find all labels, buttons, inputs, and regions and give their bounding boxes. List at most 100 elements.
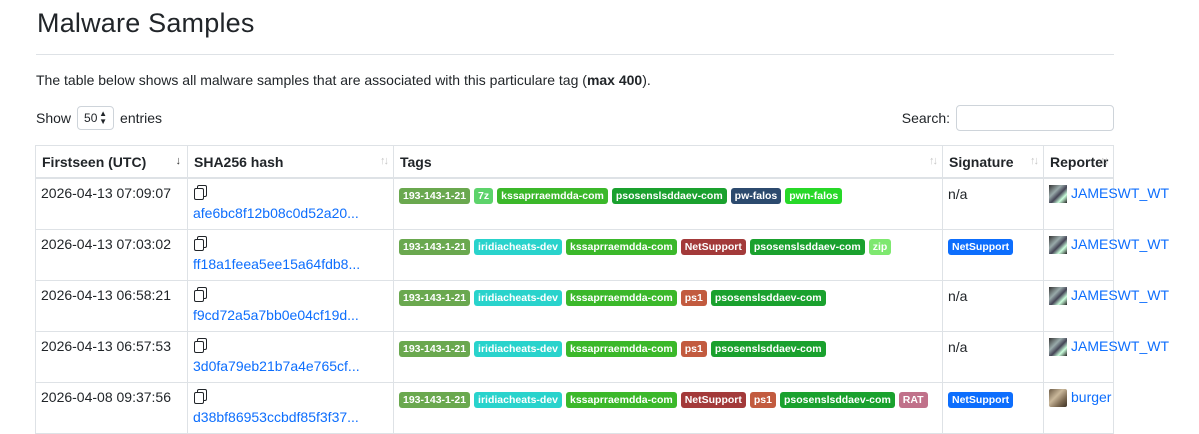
column-label: Signature: [949, 153, 1014, 170]
tag-badge[interactable]: 193-143-1-21: [399, 391, 471, 408]
tag-list: 193-143-1-21 iridiacheats-dev kssaprraemdd…: [399, 389, 937, 408]
firstseen-cell: 2026-04-13 07:09:07: [35, 177, 188, 230]
sort-icon: ↑↓: [929, 155, 938, 167]
hash-link[interactable]: f9cd72a5a7bb0e04cf19d...: [193, 307, 388, 323]
tag-badge[interactable]: 193-143-1-21: [399, 238, 471, 255]
reporter-link[interactable]: JAMESWT_WT: [1071, 338, 1169, 354]
tag-badge[interactable]: 193-143-1-21: [399, 289, 471, 306]
hash-link[interactable]: 3d0fa79eb21b7a4e765cf...: [193, 358, 388, 374]
column-label: Firstseen (UTC): [42, 153, 147, 170]
tag-badge[interactable]: ps1: [680, 340, 707, 357]
copy-hash-button[interactable]: [193, 388, 388, 405]
table-body: 2026-04-13 07:09:07 afe6bc8f12b08c0d52a20…: [35, 177, 1169, 434]
tags-cell: 193-143-1-21 iridiacheats-dev kssaprraemdd…: [393, 330, 943, 383]
signature-badge[interactable]: NetSupport: [948, 238, 1014, 255]
reporter: JAMESWT_WT: [1049, 337, 1169, 356]
firstseen-cell: 2026-04-08 09:37:56: [35, 381, 188, 434]
tag-badge[interactable]: RAT: [898, 391, 928, 408]
table-header-row: Firstseen (UTC) ↓ SHA256 hash ↑↓ Tags ↑↓ Si…: [35, 145, 1114, 179]
tag-badge[interactable]: 7z: [474, 188, 494, 204]
tag-badge[interactable]: psosenslsddaev-com: [611, 188, 727, 204]
hash-link[interactable]: d38bf86953ccbdf85f3f37...: [193, 409, 388, 425]
page-description: The table below shows all malware sample…: [36, 72, 651, 88]
signature-text: n/a: [948, 338, 968, 355]
tag-list: 193-143-1-21 iridiacheats-dev kssaprraemdd…: [399, 287, 937, 306]
sort-desc-icon: ↓: [175, 155, 182, 167]
hash-link[interactable]: afe6bc8f12b08c0d52a20...: [193, 205, 388, 221]
jameswt-avatar: [1049, 235, 1067, 254]
reporter-link[interactable]: burger: [1071, 389, 1111, 405]
tag-badge[interactable]: pwn-falos: [785, 188, 843, 204]
hash-cell: afe6bc8f12b08c0d52a20...: [187, 177, 394, 230]
jameswt-avatar: [1049, 337, 1067, 356]
tag-badge[interactable]: kssaprraemdda-com: [566, 391, 677, 408]
entries-select-value: 50: [84, 111, 98, 125]
tag-badge[interactable]: psosenslsddaev-com: [749, 238, 865, 255]
reporter: JAMESWT_WT: [1049, 286, 1169, 305]
copy-hash-button[interactable]: [193, 185, 388, 201]
tag-badge[interactable]: iridiacheats-dev: [474, 340, 562, 357]
copy-icon: [194, 185, 207, 200]
title-divider: [36, 54, 1114, 55]
signature-badge[interactable]: NetSupport: [948, 391, 1014, 408]
column-header-firstseen[interactable]: Firstseen (UTC) ↓: [35, 145, 188, 179]
search-label: Search:: [901, 110, 950, 126]
hash-link[interactable]: ff18a1feea5ee15a64fdb8...: [193, 256, 388, 272]
entries-label: entries: [120, 110, 163, 126]
tag-badge[interactable]: zip: [868, 238, 892, 255]
column-header-tags[interactable]: Tags ↑↓: [393, 145, 943, 179]
tag-badge[interactable]: ps1: [749, 391, 776, 408]
tag-list: 193-143-1-21 iridiacheats-dev kssaprraemdd…: [399, 236, 937, 255]
reporter-cell: JAMESWT_WT: [1043, 177, 1169, 230]
hash-cell: f9cd72a5a7bb0e04cf19d...: [187, 279, 394, 332]
tag-badge[interactable]: ps1: [680, 289, 707, 306]
tag-badge[interactable]: iridiacheats-dev: [474, 238, 562, 255]
tag-badge[interactable]: iridiacheats-dev: [474, 289, 562, 306]
column-label: SHA256 hash: [194, 153, 284, 170]
burger-avatar: [1049, 388, 1067, 407]
column-header-reporter[interactable]: Reporter ↑↓: [1043, 145, 1114, 179]
reporter-link[interactable]: JAMESWT_WT: [1071, 287, 1169, 303]
tag-badge[interactable]: 193-143-1-21: [399, 340, 471, 357]
description-text: The table below shows all malware sample…: [36, 72, 587, 88]
column-header-signature[interactable]: Signature ↑↓: [942, 145, 1044, 179]
tag-badge[interactable]: NetSupport: [680, 238, 746, 255]
tag-badge[interactable]: kssaprraemdda-com: [566, 238, 677, 255]
tag-badge[interactable]: pw-falos: [730, 188, 782, 204]
reporter-link[interactable]: JAMESWT_WT: [1071, 185, 1169, 201]
tag-badge[interactable]: psosenslsddaev-com: [779, 391, 895, 408]
show-label: Show: [36, 110, 72, 126]
firstseen-date: 2026-04-08 09:37:56: [41, 388, 171, 405]
search-control: Search:: [902, 105, 1114, 131]
table-row: 2026-04-13 06:58:21 f9cd72a5a7bb0e04cf19d…: [35, 279, 1169, 332]
column-header-sha256[interactable]: SHA256 hash ↑↓: [187, 145, 394, 179]
tag-badge[interactable]: psosenslsddaev-com: [710, 340, 826, 357]
signature-cell: NetSupport: [942, 228, 1044, 281]
search-input[interactable]: [956, 105, 1114, 131]
reporter-link[interactable]: JAMESWT_WT: [1071, 236, 1169, 252]
hash-cell: ff18a1feea5ee15a64fdb8...: [187, 228, 394, 281]
entries-select[interactable]: 50 ▲ ▼: [77, 106, 115, 130]
sort-icon: ↑↓: [1030, 155, 1039, 167]
tag-badge[interactable]: kssaprraemdda-com: [566, 340, 677, 357]
tag-badge[interactable]: kssaprraemdda-com: [497, 188, 608, 204]
signature-text: n/a: [948, 287, 968, 304]
hash-cell: d38bf86953ccbdf85f3f37...: [187, 381, 394, 434]
table-row: 2026-04-13 06:57:53 3d0fa79eb21b7a4e765cf…: [35, 330, 1169, 383]
copy-hash-button[interactable]: [193, 286, 388, 303]
tag-badge[interactable]: 193-143-1-21: [399, 188, 471, 204]
signature-cell: NetSupport: [942, 381, 1044, 434]
signature-cell: n/a: [942, 330, 1044, 383]
copy-hash-button[interactable]: [193, 337, 388, 354]
firstseen-cell: 2026-04-13 07:03:02: [35, 228, 188, 281]
tag-badge[interactable]: psosenslsddaev-com: [710, 289, 826, 306]
sort-icon: ↑↓: [380, 155, 389, 167]
copy-icon: [194, 235, 207, 251]
copy-hash-button[interactable]: [193, 235, 388, 252]
hash-cell: 3d0fa79eb21b7a4e765cf...: [187, 330, 394, 383]
reporter: JAMESWT_WT: [1049, 235, 1169, 254]
tag-badge[interactable]: NetSupport: [680, 391, 746, 408]
tag-badge[interactable]: iridiacheats-dev: [474, 391, 562, 408]
tag-badge[interactable]: kssaprraemdda-com: [566, 289, 677, 306]
tags-cell: 193-143-1-21 iridiacheats-dev kssaprraemdd…: [393, 279, 943, 332]
